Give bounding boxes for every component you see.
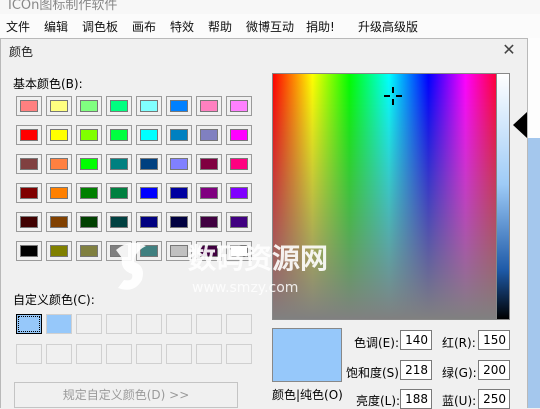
basic-color-swatch[interactable] (136, 154, 162, 174)
luminance-input[interactable]: 188 (400, 389, 432, 409)
basic-color-swatch[interactable] (106, 183, 132, 203)
custom-color-swatch[interactable] (16, 314, 42, 334)
basic-color-swatch[interactable] (76, 96, 102, 116)
watermark-logo: 数码资源网 www.smzy.com (112, 236, 372, 300)
basic-color-swatch[interactable] (196, 212, 222, 232)
basic-color-swatch[interactable] (166, 96, 192, 116)
luminance-slider[interactable] (496, 73, 510, 320)
basic-color-swatch[interactable] (46, 96, 72, 116)
basic-color-swatch[interactable] (106, 125, 132, 145)
custom-color-swatch[interactable] (76, 344, 102, 364)
app-title: ICOn图标制作软件 (8, 0, 118, 13)
custom-color-swatch[interactable] (136, 344, 162, 364)
watermark-text: 数码资源网 (188, 242, 328, 275)
basic-color-swatch[interactable] (226, 96, 252, 116)
dialog-title: 颜色 (9, 45, 34, 59)
blue-input[interactable]: 250 (478, 389, 510, 409)
watermark-url: www.smzy.com (192, 280, 298, 296)
hue-input[interactable]: 140 (400, 330, 432, 350)
luminance-arrow-icon[interactable] (512, 112, 528, 138)
basic-color-swatch[interactable] (46, 183, 72, 203)
menu-bar: 文件 编辑 调色板 画布 特效 帮助 微博互动 捐助! 升级高级版 (0, 14, 540, 39)
custom-color-swatch[interactable] (16, 344, 42, 364)
custom-color-swatch[interactable] (196, 344, 222, 364)
background-canvas (528, 38, 540, 408)
menu-weibo[interactable]: 微博互动 (246, 18, 294, 35)
basic-color-swatch[interactable] (196, 125, 222, 145)
green-input[interactable]: 200 (478, 360, 510, 380)
menu-donate[interactable]: 捐助! (306, 18, 335, 35)
green-label: 绿(G): (442, 366, 477, 380)
basic-color-swatch[interactable] (196, 96, 222, 116)
menu-file[interactable]: 文件 (6, 18, 30, 35)
crosshair-icon (384, 87, 402, 105)
menu-effects[interactable]: 特效 (170, 18, 194, 35)
menu-upgrade[interactable]: 升级高级版 (358, 18, 418, 35)
custom-color-swatch[interactable] (46, 314, 72, 334)
basic-color-swatch[interactable] (166, 212, 192, 232)
basic-color-swatch[interactable] (46, 125, 72, 145)
menu-canvas[interactable]: 画布 (132, 18, 156, 35)
basic-color-swatch[interactable] (76, 212, 102, 232)
menu-edit[interactable]: 编辑 (44, 18, 68, 35)
basic-color-swatch[interactable] (76, 183, 102, 203)
close-icon[interactable]: ✕ (497, 39, 521, 61)
saturation-input[interactable]: 218 (400, 360, 432, 380)
custom-color-swatch[interactable] (166, 344, 192, 364)
basic-color-swatch[interactable] (16, 154, 42, 174)
custom-color-swatch[interactable] (166, 314, 192, 334)
basic-color-swatch[interactable] (76, 154, 102, 174)
custom-color-swatch[interactable] (136, 314, 162, 334)
basic-color-swatch[interactable] (76, 241, 102, 261)
luminance-label: 亮度(L): (356, 394, 401, 408)
basic-color-swatch[interactable] (16, 125, 42, 145)
custom-color-swatch[interactable] (106, 344, 132, 364)
basic-color-swatch[interactable] (226, 154, 252, 174)
menu-help[interactable]: 帮助 (208, 18, 232, 35)
basic-color-swatch[interactable] (136, 183, 162, 203)
basic-color-swatch[interactable] (16, 241, 42, 261)
basic-color-swatch[interactable] (226, 183, 252, 203)
color-preview (272, 328, 342, 382)
define-custom-colors-button[interactable]: 规定自定义颜色(D) >> (14, 382, 238, 408)
basic-color-swatch[interactable] (196, 154, 222, 174)
basic-color-swatch[interactable] (226, 125, 252, 145)
basic-color-swatch[interactable] (196, 183, 222, 203)
basic-color-swatch[interactable] (136, 125, 162, 145)
watermark-graphic: 数码资源网 www.smzy.com (116, 242, 328, 296)
hue-label: 色调(E): (354, 336, 399, 350)
basic-color-swatch[interactable] (166, 154, 192, 174)
basic-color-swatch[interactable] (76, 125, 102, 145)
custom-color-swatch[interactable] (46, 344, 72, 364)
red-input[interactable]: 150 (478, 330, 510, 350)
basic-color-swatch[interactable] (46, 154, 72, 174)
saturation-label: 饱和度(S): (346, 366, 404, 380)
basic-color-swatch[interactable] (106, 154, 132, 174)
red-label: 红(R): (442, 336, 476, 350)
menu-palette[interactable]: 调色板 (82, 18, 118, 35)
basic-color-swatch[interactable] (166, 125, 192, 145)
basic-color-swatch[interactable] (16, 96, 42, 116)
basic-color-swatch[interactable] (16, 212, 42, 232)
basic-color-swatch[interactable] (136, 212, 162, 232)
custom-color-swatch[interactable] (226, 344, 252, 364)
custom-color-swatch[interactable] (226, 314, 252, 334)
blue-label: 蓝(U): (442, 394, 477, 408)
custom-color-swatch[interactable] (196, 314, 222, 334)
basic-color-swatch[interactable] (106, 212, 132, 232)
custom-color-swatch[interactable] (76, 314, 102, 334)
basic-colors-label: 基本颜色(B): (13, 77, 83, 91)
basic-color-swatch[interactable] (16, 183, 42, 203)
app-title-bar: ICOn图标制作软件 (0, 0, 540, 14)
color-solid-label[interactable]: 颜色|纯色(O) (272, 386, 343, 403)
custom-color-swatch[interactable] (106, 314, 132, 334)
basic-color-swatch[interactable] (226, 212, 252, 232)
custom-colors-label: 自定义颜色(C): (13, 293, 95, 307)
basic-color-swatch[interactable] (166, 183, 192, 203)
basic-color-swatch[interactable] (46, 212, 72, 232)
basic-color-swatch[interactable] (136, 96, 162, 116)
basic-color-swatch[interactable] (46, 241, 72, 261)
basic-color-swatch[interactable] (106, 96, 132, 116)
